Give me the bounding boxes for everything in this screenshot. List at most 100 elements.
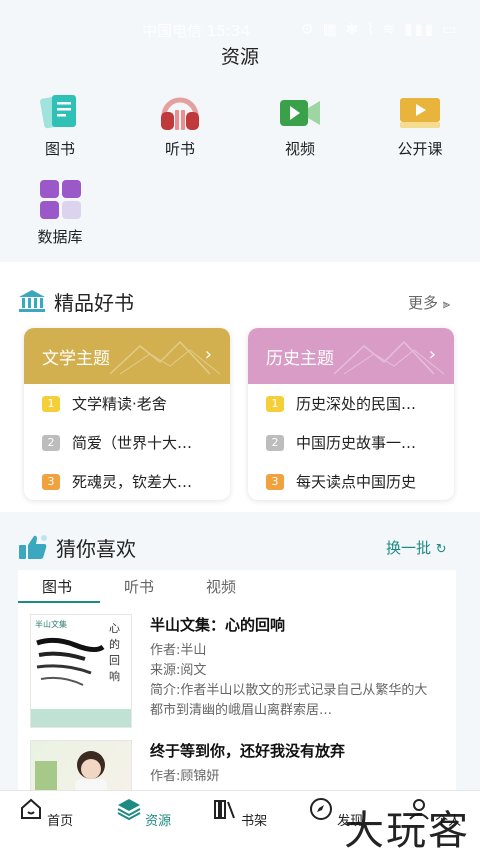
- recommend-section: 猜你喜欢 换一批 ↻ 图书 听书 视频 半山文集 心 的 回 响 半山文集：心的…: [0, 522, 480, 790]
- featured-section: 精品好书 更多 ⫸ 文学主题 › 1 文学精读·老舍 2 简爱（世界十大… 3 …: [0, 262, 480, 512]
- resource-item-videos[interactable]: 视频: [258, 92, 342, 159]
- book-info: 终于等到你，还好我没有放弃 作者:顾锦妍: [150, 740, 440, 787]
- book-cover: 半山文集 心 的 回 响: [30, 614, 132, 728]
- rank-badge: 2: [42, 434, 60, 451]
- resource-grid: 图书 听书 视频 公开课 数据库: [0, 80, 480, 252]
- database-grid-icon: [38, 180, 82, 220]
- topic-banner[interactable]: 文学主题 ›: [24, 328, 230, 384]
- cover-char: 的: [109, 638, 120, 651]
- bookshelf-icon: [213, 800, 235, 819]
- more-label: 更多: [408, 294, 439, 312]
- book-list: 半山文集 心 的 回 响 半山文集：心的回响 作者:半山 来源:阅文 简介:作者…: [18, 604, 456, 790]
- mountain-decoration: [334, 340, 445, 375]
- cover-series: 半山文集: [35, 620, 67, 629]
- list-item[interactable]: 半山文集 心 的 回 响 半山文集：心的回响 作者:半山 来源:阅文 简介:作者…: [18, 614, 456, 734]
- resource-label: 视频: [284, 140, 315, 158]
- rank-badge: 3: [266, 473, 284, 490]
- more-link[interactable]: 更多 ⫸: [408, 292, 450, 313]
- portrait-photo: [35, 751, 107, 790]
- topic-card-literature[interactable]: 文学主题 › 1 文学精读·老舍 2 简爱（世界十大… 3 死魂灵，钦差大…: [24, 328, 230, 500]
- book-title: 死魂灵，钦差大…: [72, 473, 193, 491]
- resource-item-database[interactable]: 数据库: [18, 180, 102, 247]
- video-camera-icon: [278, 92, 322, 132]
- tab-audiobooks[interactable]: 听书: [124, 576, 154, 597]
- nav-label: 书架: [241, 814, 268, 829]
- ink-painting: [36, 637, 105, 686]
- open-class-icon: [398, 92, 442, 132]
- section-title: 猜你喜欢: [56, 536, 136, 561]
- rank-badge: 1: [266, 395, 284, 412]
- topic-title: 文学主题: [42, 348, 110, 369]
- nav-item-resources[interactable]: 资源: [104, 797, 184, 829]
- topic-book-row[interactable]: 2 中国历史故事一…: [248, 423, 454, 462]
- recommend-header: 猜你喜欢: [18, 532, 136, 562]
- watermark-logo: 大玩客: [344, 808, 470, 853]
- book-icon: [38, 92, 82, 132]
- cover-title: 心 的 回 响: [109, 621, 121, 685]
- book-title: 半山文集：心的回响: [150, 616, 286, 634]
- topic-book-row[interactable]: 3 死魂灵，钦差大…: [24, 462, 230, 500]
- topic-book-row[interactable]: 1 文学精读·老舍: [24, 384, 230, 423]
- refresh-label: 换一批: [386, 539, 432, 557]
- book-title: 每天读点中国历史: [296, 473, 417, 491]
- resource-item-audiobooks[interactable]: 听书: [138, 92, 222, 159]
- book-title: 终于等到你，还好我没有放弃: [150, 742, 346, 760]
- resource-label: 数据库: [37, 228, 83, 246]
- resource-label: 听书: [164, 140, 195, 158]
- resource-label: 公开课: [397, 140, 443, 158]
- book-title: 文学精读·老舍: [72, 395, 167, 413]
- headphones-icon: [158, 92, 202, 132]
- book-author: 作者:顾锦妍: [150, 769, 220, 784]
- book-cover: [30, 740, 132, 790]
- rank-badge: 2: [266, 434, 284, 451]
- cover-char: 响: [109, 670, 120, 683]
- nav-item-bookshelf[interactable]: 书架: [200, 797, 280, 829]
- book-author: 作者:半山: [150, 643, 207, 658]
- cover-char: 回: [109, 654, 120, 667]
- carrier-time: 中国电信 15:34: [142, 22, 250, 40]
- page-title: 资源: [220, 46, 259, 68]
- book-info: 半山文集：心的回响 作者:半山 来源:阅文 简介:作者半山以散文的形式记录自己从…: [150, 614, 440, 721]
- section-title: 精品好书: [54, 290, 134, 315]
- tab-videos[interactable]: 视频: [206, 576, 236, 597]
- refresh-button[interactable]: 换一批 ↻: [386, 537, 447, 558]
- nav-label: 首页: [47, 814, 74, 829]
- book-title: 简爱（世界十大…: [72, 434, 193, 452]
- cover-char: 心: [109, 622, 120, 635]
- featured-header: 精品好书: [18, 286, 134, 316]
- home-icon: [20, 798, 41, 819]
- list-item[interactable]: 终于等到你，还好我没有放弃 作者:顾锦妍: [18, 740, 456, 790]
- chevron-right-icon: ›: [204, 344, 212, 365]
- status-icons: ⚙ ▦ ✱ ⌇ ≋ ▮▮▮ ▭: [300, 20, 458, 38]
- nav-label: 资源: [145, 814, 172, 829]
- rank-badge: 1: [42, 395, 60, 412]
- layers-icon: [117, 799, 141, 821]
- topic-book-row[interactable]: 3 每天读点中国历史: [248, 462, 454, 500]
- refresh-icon: ↻: [435, 542, 447, 557]
- chevron-right-icon: ⫸: [442, 297, 451, 312]
- nav-item-home[interactable]: 首页: [6, 797, 86, 829]
- topic-banner[interactable]: 历史主题 ›: [248, 328, 454, 384]
- book-title: 中国历史故事一…: [296, 434, 417, 452]
- rank-badge: 3: [42, 473, 60, 490]
- topic-title: 历史主题: [266, 348, 334, 369]
- topic-book-row[interactable]: 2 简爱（世界十大…: [24, 423, 230, 462]
- status-bar: 中国电信 15:34 ⚙ ▦ ✱ ⌇ ≋ ▮▮▮ ▭: [0, 0, 480, 40]
- book-source: 来源:阅文: [150, 663, 207, 678]
- topic-book-row[interactable]: 1 历史深处的民国…: [248, 384, 454, 423]
- resource-item-open-class[interactable]: 公开课: [378, 92, 462, 159]
- tab-books[interactable]: 图书: [42, 576, 72, 597]
- recommend-tabs: 图书 听书 视频: [18, 570, 456, 604]
- active-tab-indicator: [18, 601, 100, 603]
- chevron-right-icon: ›: [428, 344, 436, 365]
- book-title: 历史深处的民国…: [296, 395, 417, 413]
- book-intro: 简介:作者半山以散文的形式记录自己从繁华的大都市到清幽的峨眉山离群索居…: [150, 683, 428, 718]
- resource-item-books[interactable]: 图书: [18, 92, 102, 159]
- thumbs-up-icon: [19, 535, 47, 559]
- mountain-decoration: [110, 340, 221, 375]
- library-icon: [19, 290, 45, 312]
- topic-card-history[interactable]: 历史主题 › 1 历史深处的民国… 2 中国历史故事一… 3 每天读点中国历史: [248, 328, 454, 500]
- compass-icon: [309, 798, 332, 820]
- resource-label: 图书: [44, 140, 75, 158]
- cover-footer-band: [31, 709, 131, 727]
